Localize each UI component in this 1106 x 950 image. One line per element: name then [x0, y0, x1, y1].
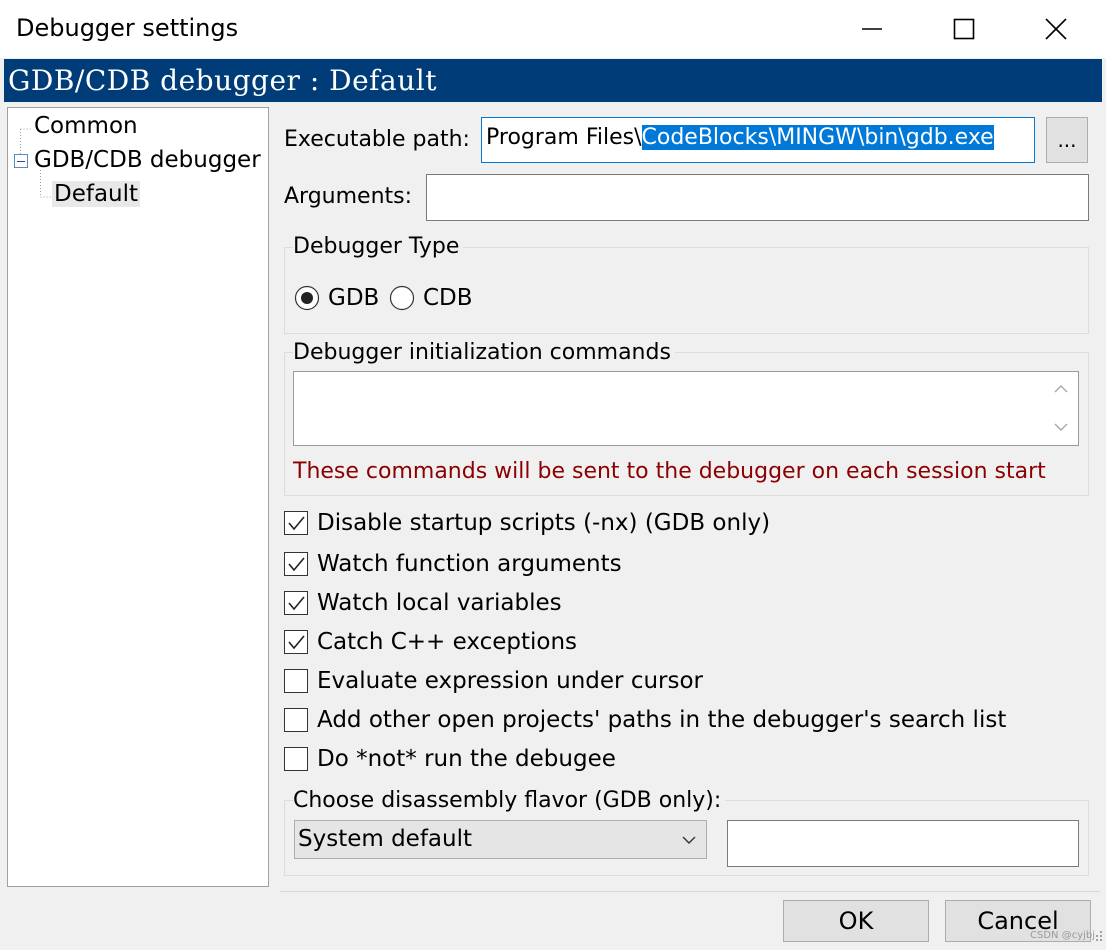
catch-cpp-exceptions-label[interactable]: Catch C++ exceptions — [317, 629, 577, 655]
bottom-divider — [280, 891, 1100, 892]
arguments-input[interactable] — [426, 174, 1089, 221]
disassembly-select-value: System default — [298, 826, 473, 852]
minimize-button[interactable] — [826, 0, 918, 58]
chevron-down-icon — [682, 836, 696, 844]
disable-startup-scripts-label[interactable]: Disable startup scripts (-nx) (GDB only) — [317, 510, 770, 536]
check-icon — [288, 516, 305, 531]
evaluate-expression-checkbox[interactable] — [284, 669, 308, 693]
add-project-paths-checkbox[interactable] — [284, 708, 308, 732]
window-title: Debugger settings — [16, 14, 239, 42]
close-icon — [1045, 18, 1067, 40]
add-project-paths-label[interactable]: Add other open projects' paths in the de… — [317, 707, 1006, 733]
check-icon — [288, 635, 305, 650]
init-commands-textarea[interactable] — [293, 371, 1079, 446]
tree-item-gdb-cdb-debugger[interactable]: GDB/CDB debugger — [34, 147, 261, 173]
check-icon — [288, 596, 305, 611]
gdb-radio[interactable] — [294, 285, 320, 311]
browse-button[interactable]: ... — [1046, 117, 1088, 163]
minimize-icon — [862, 28, 882, 30]
ok-button[interactable]: OK — [783, 900, 929, 942]
maximize-button[interactable] — [918, 0, 1010, 58]
maximize-icon — [953, 18, 975, 40]
do-not-run-debugee-label[interactable]: Do *not* run the debugee — [317, 746, 616, 772]
executable-path-selection: CodeBlocks\MINGW\bin\gdb.exe — [641, 125, 994, 150]
init-commands-value — [296, 374, 1046, 443]
init-commands-title: Debugger initialization commands — [293, 340, 675, 365]
executable-path-prefix: Program Files\ — [486, 125, 642, 150]
gdb-radio-label[interactable]: GDB — [328, 285, 379, 311]
watch-function-arguments-checkbox[interactable] — [284, 552, 308, 576]
tree-item-default[interactable]: Default — [52, 181, 141, 207]
evaluate-expression-label[interactable]: Evaluate expression under cursor — [317, 668, 703, 694]
check-icon — [288, 557, 305, 572]
executable-path-label: Executable path: — [284, 127, 470, 152]
disable-startup-scripts-checkbox[interactable] — [284, 511, 308, 535]
watch-function-arguments-label[interactable]: Watch function arguments — [317, 551, 622, 577]
resize-grip-icon[interactable] — [1094, 929, 1104, 943]
watch-local-variables-label[interactable]: Watch local variables — [317, 590, 562, 616]
init-commands-note: These commands will be sent to the debug… — [293, 459, 1046, 484]
page-banner: GDB/CDB debugger : Default — [4, 59, 1102, 102]
debugger-type-title: Debugger Type — [293, 234, 464, 259]
cdb-radio[interactable] — [389, 285, 415, 311]
close-button[interactable] — [1010, 0, 1102, 58]
executable-path-input[interactable]: Program Files\CodeBlocks\MINGW\bin\gdb.e… — [481, 117, 1035, 163]
arguments-label: Arguments: — [284, 184, 413, 209]
cdb-radio-label[interactable]: CDB — [423, 285, 473, 311]
settings-tree[interactable]: Common GDB/CDB debugger Default — [7, 107, 269, 887]
collapse-icon[interactable] — [14, 154, 28, 168]
disassembly-custom-input[interactable] — [727, 820, 1079, 867]
do-not-run-debugee-checkbox[interactable] — [284, 747, 308, 771]
scroll-down-icon[interactable] — [1054, 422, 1068, 432]
catch-cpp-exceptions-checkbox[interactable] — [284, 630, 308, 654]
tree-item-common[interactable]: Common — [34, 113, 138, 139]
tree-lines — [20, 128, 52, 198]
scroll-up-icon[interactable] — [1054, 384, 1068, 394]
disassembly-select[interactable]: System default — [294, 820, 707, 859]
disassembly-title: Choose disassembly flavor (GDB only): — [293, 788, 726, 813]
watch-local-variables-checkbox[interactable] — [284, 591, 308, 615]
watermark: CSDN @cyjbj — [1030, 930, 1096, 941]
